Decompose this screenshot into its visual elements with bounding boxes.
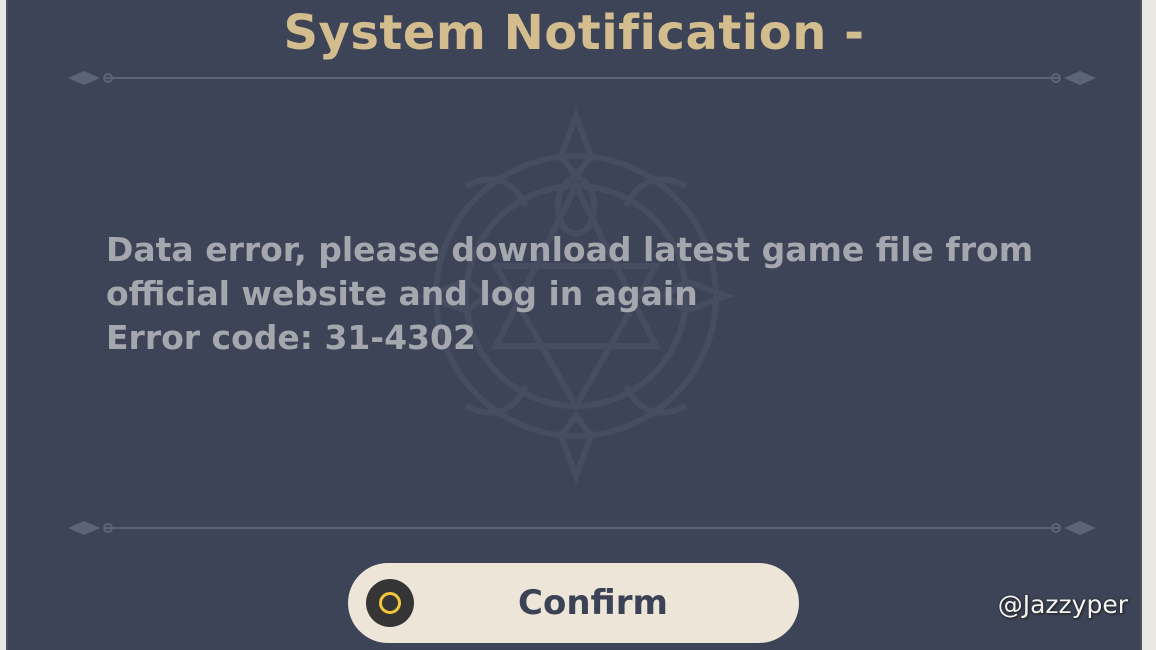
dialog-title: System Notification - xyxy=(283,5,865,61)
confirm-button[interactable]: Confirm xyxy=(348,563,799,643)
circle-button-icon xyxy=(366,579,414,627)
error-code-line: Error code: 31-4302 xyxy=(106,318,476,357)
notification-dialog: System Notification - Data error, please… xyxy=(6,0,1142,650)
error-message: Data error, please download latest game … xyxy=(106,228,1066,360)
top-ornament-divider xyxy=(68,71,1096,85)
confirm-button-label: Confirm xyxy=(518,583,668,623)
bottom-ornament-divider xyxy=(68,521,1096,535)
error-message-line: official website and log in again xyxy=(106,274,698,313)
game-screen: System Notification - Data error, please… xyxy=(0,0,1156,650)
creator-watermark: @Jazzyper xyxy=(997,590,1128,619)
error-message-line: Data error, please download latest game … xyxy=(106,230,1034,269)
